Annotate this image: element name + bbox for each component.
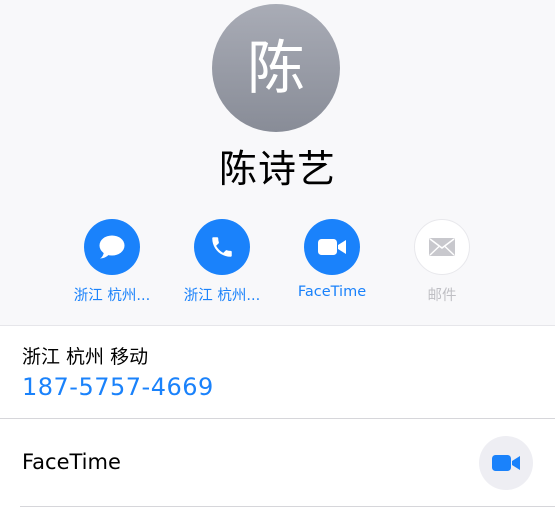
facetime-action-label: FaceTime	[297, 284, 367, 300]
phone-number[interactable]: 187-5757-4669	[22, 373, 214, 401]
mail-button[interactable]	[414, 219, 470, 275]
mail-icon	[429, 238, 455, 256]
phone-number-row[interactable]: 浙江 杭州 移动 187-5757-4669	[0, 326, 555, 418]
phone-carrier-label: 浙江 杭州 移动	[22, 346, 149, 368]
mail-action[interactable]: 邮件	[387, 219, 497, 309]
contact-name: 陈诗艺	[218, 147, 336, 191]
call-action-label: 浙江 杭州...	[183, 288, 261, 304]
message-action-label: 浙江 杭州...	[73, 288, 151, 304]
facetime-button[interactable]	[304, 219, 360, 275]
call-button[interactable]	[194, 219, 250, 275]
facetime-row-label: FaceTime	[22, 450, 121, 474]
message-action[interactable]: 浙江 杭州...	[57, 219, 167, 309]
row-divider	[20, 506, 555, 507]
video-camera-icon	[318, 239, 346, 255]
phone-icon	[212, 237, 232, 257]
mail-action-label: 邮件	[427, 288, 457, 304]
contact-header: 陈 陈诗艺 浙江 杭州... 浙江 杭州... FaceTime 邮件	[0, 0, 555, 326]
facetime-video-button[interactable]	[479, 436, 533, 490]
call-action[interactable]: 浙江 杭州...	[167, 219, 277, 309]
message-bubble-icon	[99, 235, 125, 259]
facetime-action[interactable]: FaceTime	[277, 219, 387, 309]
video-camera-icon	[492, 455, 520, 471]
avatar: 陈	[212, 4, 340, 132]
message-button[interactable]	[84, 219, 140, 275]
facetime-row[interactable]: FaceTime	[0, 419, 555, 507]
avatar-initial: 陈	[246, 34, 305, 102]
